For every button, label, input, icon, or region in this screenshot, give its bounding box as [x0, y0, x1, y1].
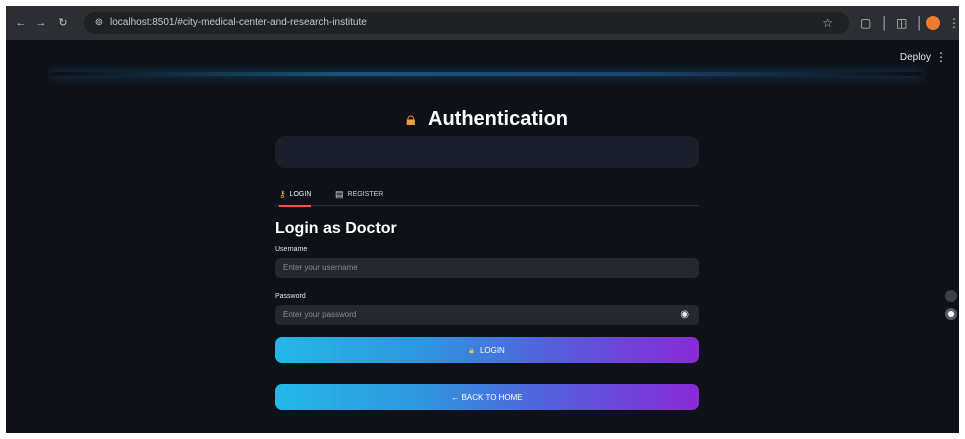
- key-icon: ⚷: [279, 188, 286, 199]
- page-title: Authentication: [428, 108, 569, 130]
- site-info-icon[interactable]: ⊚: [92, 16, 106, 30]
- app-menu-icon[interactable]: ⋮: [935, 50, 947, 64]
- back-to-home-button[interactable]: ← BACK TO HOME: [275, 384, 699, 410]
- login-button[interactable]: 🔒︎ LOGIN: [275, 337, 699, 363]
- password-placeholder: Enter your password: [283, 310, 357, 319]
- bookmark-star-icon[interactable]: ☆: [822, 16, 833, 30]
- side-widget-icon[interactable]: [945, 290, 957, 302]
- address-bar[interactable]: ⊚ localhost:8501/#city-medical-center-an…: [84, 12, 849, 34]
- profile-avatar[interactable]: [926, 16, 940, 30]
- browser-toolbar: ← → ↻ ⊚ localhost:8501/#city-medical-cen…: [6, 6, 959, 40]
- url-text: localhost:8501/#city-medical-center-and-…: [110, 17, 367, 28]
- username-input[interactable]: Enter your username: [275, 258, 699, 278]
- lock-icon: 🔒︎: [469, 344, 474, 355]
- browser-window: ← → ↻ ⊚ localhost:8501/#city-medical-cen…: [6, 6, 959, 433]
- divider-icon: │: [881, 16, 889, 30]
- empty-banner: [275, 136, 699, 168]
- login-button-label: LOGIN: [479, 345, 505, 355]
- password-input[interactable]: Enter your password ◉: [275, 305, 699, 325]
- tab-login-label: LOGIN: [289, 190, 312, 198]
- tab-login[interactable]: ⚷ LOGIN: [279, 182, 312, 207]
- show-password-eye-icon[interactable]: ◉: [680, 309, 689, 320]
- header-glow-divider: [52, 72, 922, 76]
- page-title-row: 🔒︎ Authentication: [275, 108, 699, 131]
- document-icon: ▤: [335, 188, 344, 199]
- tab-register[interactable]: ▤ REGISTER: [335, 182, 383, 206]
- back-icon[interactable]: ←: [14, 16, 28, 30]
- username-placeholder: Enter your username: [283, 263, 358, 272]
- lock-icon: 🔒︎: [405, 109, 416, 129]
- auth-tabs: ⚷ LOGIN ▤ REGISTER: [275, 182, 699, 207]
- password-label: Password: [275, 293, 306, 300]
- screen-cast-icon[interactable]: ▢: [860, 16, 871, 30]
- deploy-button[interactable]: Deploy: [900, 52, 931, 63]
- forward-icon[interactable]: →: [34, 16, 48, 30]
- browser-menu-icon[interactable]: ⋮: [948, 16, 959, 30]
- divider-icon: │: [916, 16, 924, 30]
- app-main: Deploy ⋮ 🔒︎ Authentication ⚷ LOGIN ▤ REG…: [6, 40, 959, 433]
- chat-bubble-icon[interactable]: [945, 308, 957, 320]
- tab-register-label: REGISTER: [347, 190, 384, 198]
- username-label: Username: [275, 246, 308, 253]
- sidebar-panel-icon[interactable]: ◫: [896, 16, 907, 30]
- back-to-home-label: ← BACK TO HOME: [451, 392, 523, 402]
- login-heading: Login as Doctor: [275, 220, 397, 237]
- reload-icon[interactable]: ↻: [56, 16, 70, 30]
